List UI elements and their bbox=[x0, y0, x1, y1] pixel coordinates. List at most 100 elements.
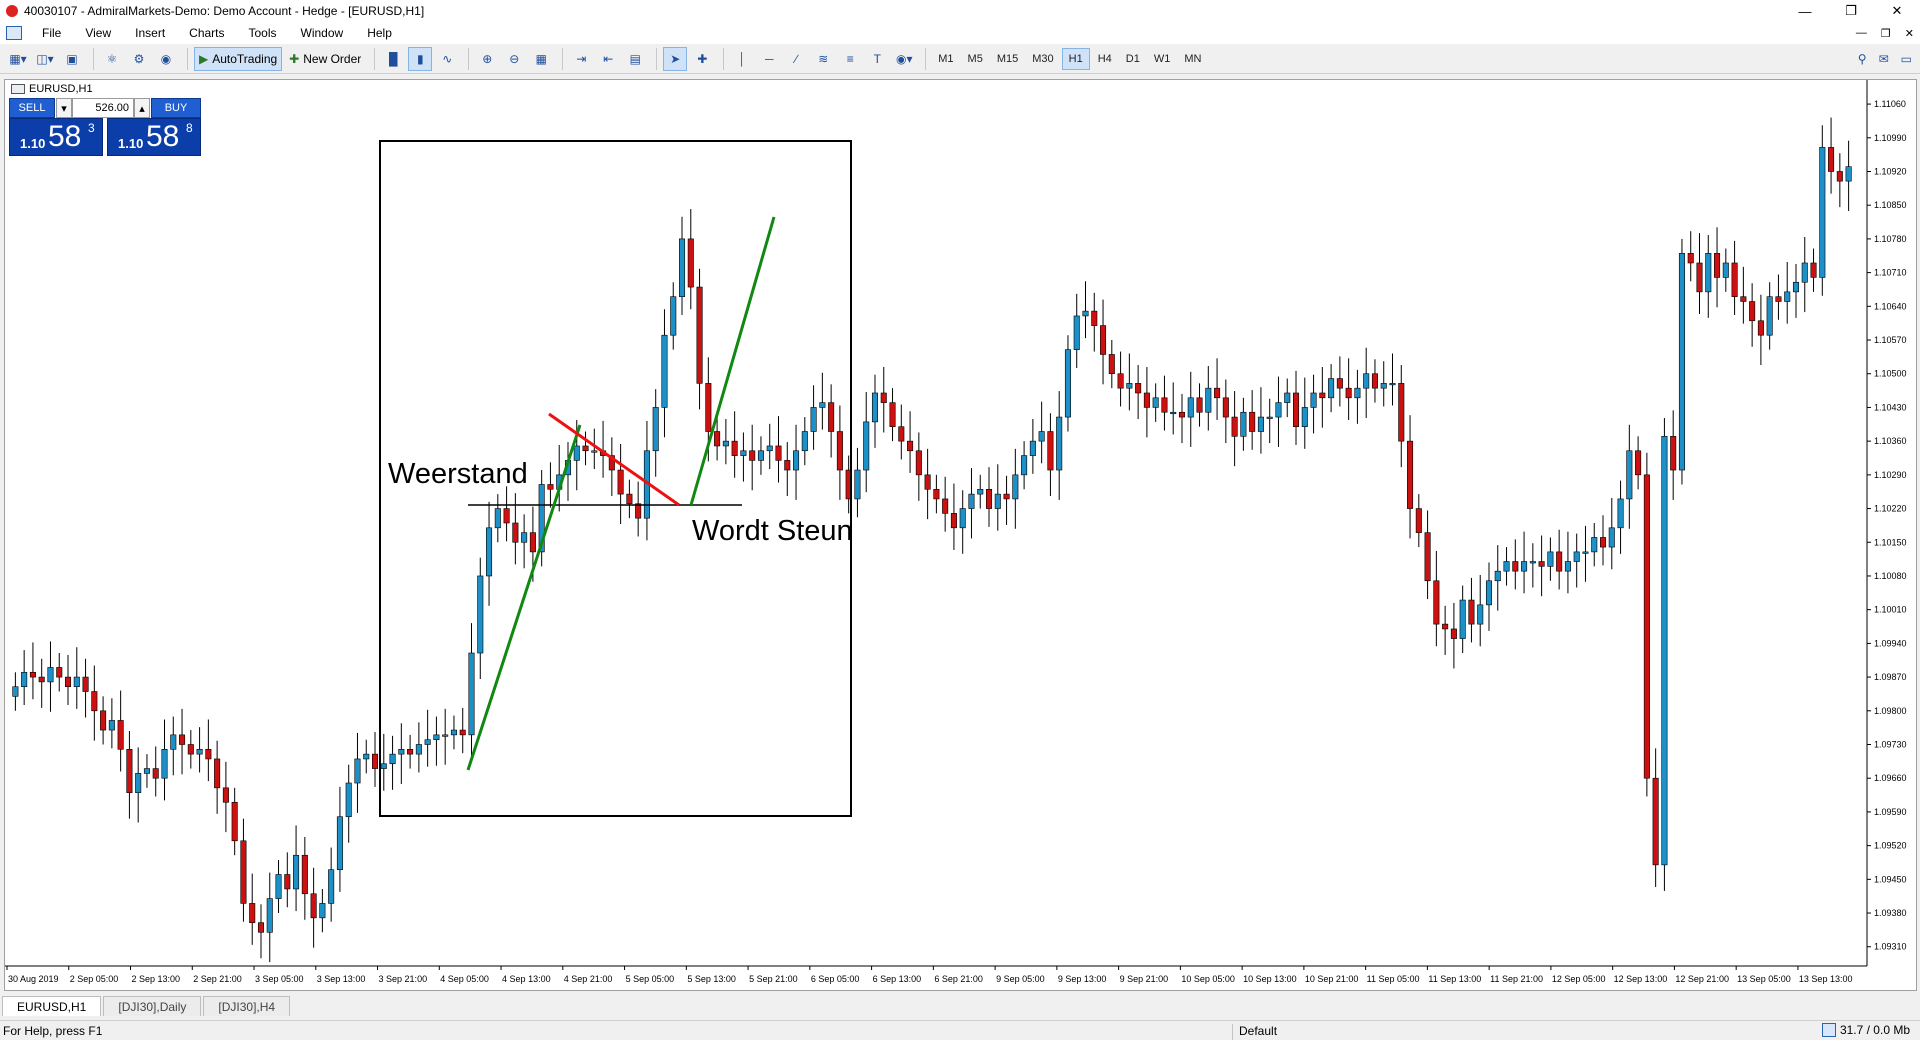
candle bbox=[661, 309, 668, 438]
close-icon[interactable]: ✕ bbox=[1874, 0, 1920, 22]
sell-button[interactable]: SELL bbox=[9, 98, 55, 118]
restore-icon[interactable]: ❐ bbox=[1828, 0, 1874, 22]
tf-m5[interactable]: M5 bbox=[962, 48, 989, 70]
window-title: 40030107 - AdmiralMarkets-Demo: Demo Acc… bbox=[24, 4, 425, 18]
trendline-up-2[interactable] bbox=[689, 216, 776, 506]
buy-button[interactable]: BUY bbox=[151, 98, 201, 118]
candle-body bbox=[1029, 440, 1036, 456]
trendline-icon[interactable]: ∕ bbox=[784, 47, 808, 71]
candle bbox=[801, 417, 808, 466]
chat-icon[interactable]: ✉ bbox=[1879, 52, 1889, 66]
status-profile[interactable]: Default bbox=[1232, 1024, 1277, 1040]
buy-price[interactable]: 1.10 58 8 bbox=[107, 118, 201, 156]
chart-shift-icon[interactable]: ⇤ bbox=[596, 47, 620, 71]
traffic-text: 31.7 / 0.0 Mb bbox=[1839, 1023, 1910, 1037]
candle bbox=[1328, 364, 1335, 413]
resistance-label[interactable]: Weerstand bbox=[388, 458, 528, 490]
candle bbox=[231, 787, 238, 856]
menu-window[interactable]: Window bbox=[289, 26, 356, 40]
candle bbox=[1626, 424, 1633, 529]
tf-mn[interactable]: MN bbox=[1178, 48, 1207, 70]
new-chart-icon[interactable]: ▦▾ bbox=[6, 47, 30, 71]
candle bbox=[1029, 418, 1036, 474]
candle bbox=[1757, 294, 1764, 366]
menu-help[interactable]: Help bbox=[355, 26, 404, 40]
tile-windows-icon[interactable]: ▦ bbox=[529, 47, 553, 71]
profiles-icon[interactable]: ◫▾ bbox=[33, 47, 57, 71]
menu-insert[interactable]: Insert bbox=[123, 26, 177, 40]
fibonacci-icon[interactable]: ≡ bbox=[838, 47, 862, 71]
terminal-icon[interactable]: ⚙ bbox=[127, 47, 151, 71]
candle-body bbox=[1757, 320, 1764, 336]
candle bbox=[924, 448, 931, 520]
menu-tools[interactable]: Tools bbox=[237, 26, 289, 40]
x-tick-label: 9 Sep 21:00 bbox=[1120, 974, 1169, 984]
crosshair-icon[interactable]: ✚ bbox=[690, 47, 714, 71]
sell-price-pips: 58 bbox=[48, 120, 82, 153]
line-chart-icon[interactable]: ∿ bbox=[435, 47, 459, 71]
tf-m1[interactable]: M1 bbox=[932, 48, 959, 70]
candle-body bbox=[1705, 253, 1712, 293]
chart-menu-icon[interactable] bbox=[11, 84, 25, 94]
menu-file[interactable]: File bbox=[30, 26, 73, 40]
shapes-icon[interactable]: ◉▾ bbox=[892, 47, 916, 71]
support-label[interactable]: Wordt Steun bbox=[692, 515, 853, 547]
tf-m15[interactable]: M15 bbox=[991, 48, 1024, 70]
signals-icon[interactable]: ◉ bbox=[154, 47, 178, 71]
chart-window-icon[interactable] bbox=[6, 26, 22, 40]
candle-body bbox=[266, 898, 273, 933]
menu-view[interactable]: View bbox=[73, 26, 123, 40]
toolbar-toggle-icon[interactable]: ▭ bbox=[1901, 52, 1912, 66]
bar-chart-icon[interactable]: █ bbox=[381, 47, 405, 71]
candle-body bbox=[179, 734, 186, 745]
mdi-restore-icon[interactable]: ❐ bbox=[1881, 27, 1891, 40]
lot-decrease-icon[interactable]: ▾ bbox=[56, 98, 72, 118]
lot-increase-icon[interactable]: ▴ bbox=[134, 98, 150, 118]
mdi-close-icon[interactable]: ✕ bbox=[1905, 27, 1914, 40]
candle-body bbox=[880, 392, 887, 403]
cursor-icon[interactable]: ➤ bbox=[663, 46, 688, 71]
candle-body bbox=[1161, 397, 1168, 413]
candle bbox=[635, 481, 642, 537]
mdi-minimize-icon[interactable]: — bbox=[1856, 27, 1867, 40]
chart-window[interactable]: Weerstand Wordt Steun 1.11060 1.10990 1.10… bbox=[4, 79, 1917, 991]
y-tick-label: 1.09660 bbox=[1874, 773, 1907, 783]
tab-dji30-daily[interactable]: [DJI30],Daily bbox=[103, 996, 202, 1016]
candlestick-icon[interactable]: ▮ bbox=[408, 46, 433, 71]
zoom-out-icon[interactable]: ⊖ bbox=[502, 47, 526, 71]
y-tick-label: 1.10290 bbox=[1874, 470, 1907, 480]
navigator-icon[interactable]: ⚛ bbox=[100, 47, 124, 71]
market-watch-icon[interactable]: ▣ bbox=[60, 47, 84, 71]
autotrading-button[interactable]: ▶ AutoTrading bbox=[194, 46, 283, 71]
vertical-line-icon[interactable]: │ bbox=[730, 47, 754, 71]
candle bbox=[363, 739, 370, 774]
indicators-icon[interactable]: ▤ bbox=[623, 47, 647, 71]
new-order-button[interactable]: ✚ New Order bbox=[285, 47, 365, 71]
menu-charts[interactable]: Charts bbox=[177, 26, 236, 40]
tf-h4[interactable]: H4 bbox=[1092, 48, 1118, 70]
sell-price[interactable]: 1.10 58 3 bbox=[9, 118, 103, 156]
candle bbox=[1556, 529, 1563, 590]
candle bbox=[1573, 533, 1580, 588]
text-tool-icon[interactable]: T bbox=[865, 47, 889, 71]
tab-eurusd-h1[interactable]: EURUSD,H1 bbox=[2, 996, 102, 1016]
tf-h1[interactable]: H1 bbox=[1061, 47, 1090, 70]
channel-icon[interactable]: ≋ bbox=[811, 47, 835, 71]
horizontal-line-icon[interactable]: ─ bbox=[757, 47, 781, 71]
candle bbox=[1170, 382, 1177, 435]
candle-body bbox=[635, 503, 642, 519]
lot-size-input[interactable]: 526.00 bbox=[72, 98, 134, 118]
tf-m30[interactable]: M30 bbox=[1026, 48, 1059, 70]
tf-d1[interactable]: D1 bbox=[1120, 48, 1146, 70]
minimize-icon[interactable]: — bbox=[1782, 0, 1828, 22]
candle bbox=[468, 623, 475, 758]
autoscroll-icon[interactable]: ⇥ bbox=[569, 47, 593, 71]
candle bbox=[915, 432, 922, 501]
tab-dji30-h4[interactable]: [DJI30],H4 bbox=[203, 996, 291, 1016]
candle bbox=[1292, 370, 1300, 445]
zoom-in-icon[interactable]: ⊕ bbox=[475, 47, 499, 71]
search-icon[interactable]: ⚲ bbox=[1858, 52, 1867, 66]
price-chart[interactable]: Weerstand Wordt Steun 1.11060 1.10990 1.10… bbox=[5, 80, 1916, 990]
tf-w1[interactable]: W1 bbox=[1148, 48, 1177, 70]
candle-body bbox=[1828, 147, 1835, 172]
